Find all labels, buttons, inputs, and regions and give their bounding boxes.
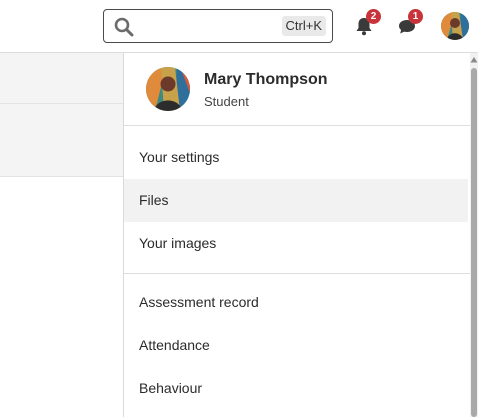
top-bar: Ctrl+K 2 1 [0,0,478,53]
page-content-block [0,104,124,177]
menu-item-your-settings[interactable]: Your settings [124,136,468,179]
page-content-block [0,53,124,104]
user-dropdown-menu: Mary Thompson Student Your settings File… [123,53,470,417]
menu-item-assessment-record[interactable]: Assessment record [124,281,468,324]
profile-avatar [146,67,190,111]
profile-role: Student [204,94,249,109]
avatar [146,67,190,111]
profile-header: Mary Thompson Student [124,53,470,126]
avatar [441,12,469,40]
notifications-badge: 2 [366,9,381,24]
notifications-button[interactable]: 2 [353,9,381,37]
scrollbar-thumb[interactable] [471,68,477,417]
menu-item-attendance[interactable]: Attendance [124,324,468,367]
menu-item-behaviour[interactable]: Behaviour [124,367,468,410]
menu-item-files[interactable]: Files [124,179,468,222]
menu-item-your-images[interactable]: Your images [124,222,468,265]
search-icon [114,17,134,37]
scroll-up-arrow-icon[interactable] [470,56,478,64]
messages-badge: 1 [408,9,423,24]
search-input[interactable]: Ctrl+K [103,9,333,43]
keyboard-shortcut-hint: Ctrl+K [281,16,326,36]
messages-button[interactable]: 1 [396,9,423,37]
menu-divider [124,273,470,274]
profile-name: Mary Thompson [204,71,328,88]
user-avatar-button[interactable] [441,12,469,40]
